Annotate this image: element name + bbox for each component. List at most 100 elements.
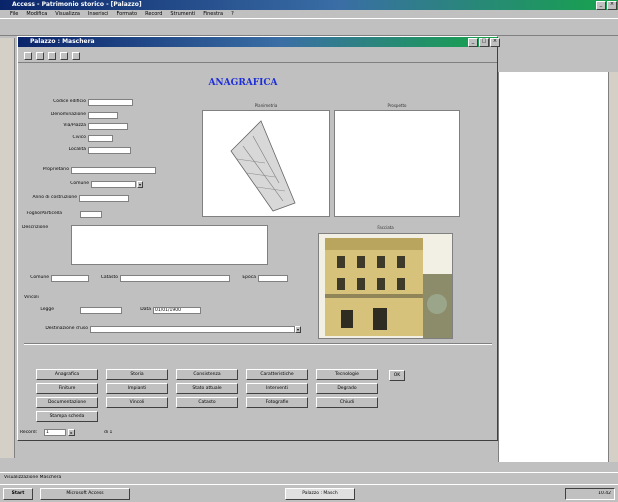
civic-field[interactable] xyxy=(88,135,113,142)
button-tecnologie[interactable]: Tecnologie xyxy=(316,369,378,380)
section-divider xyxy=(24,343,492,345)
print-icon[interactable] xyxy=(24,51,32,60)
row-catasto-field[interactable] xyxy=(120,275,230,282)
form-titlebar: Palazzo : Maschera xyxy=(18,37,497,47)
save-icon[interactable] xyxy=(36,51,44,60)
field-label: Località xyxy=(68,147,86,152)
start-button[interactable]: Start xyxy=(3,488,33,500)
section-label: Vincoli xyxy=(24,295,39,300)
menu-format[interactable]: Formato xyxy=(116,10,137,18)
elevation-image xyxy=(334,110,460,217)
filter-icon[interactable] xyxy=(60,51,68,60)
status-bar: Visualizzazione Maschera xyxy=(0,472,618,484)
year-field[interactable] xyxy=(79,195,129,202)
form-window: Palazzo : Maschera _ □ × ANAGRAFICA Codi… xyxy=(17,36,500,441)
site-map-drawing xyxy=(230,120,296,212)
menu-insert[interactable]: Inserisci xyxy=(88,10,109,18)
menu-records[interactable]: Record xyxy=(145,10,162,18)
form-heading: ANAGRAFICA xyxy=(208,78,278,88)
municipality-field[interactable] xyxy=(91,181,136,188)
button-stampa-scheda[interactable]: Stampa scheda xyxy=(36,411,98,422)
form-window-controls: _ □ × xyxy=(468,38,500,47)
app-window-controls: _ × xyxy=(596,1,617,10)
row-label: Catasto xyxy=(100,275,118,280)
parcel-field[interactable] xyxy=(80,211,102,218)
menu-file[interactable]: File xyxy=(10,10,18,18)
law-field[interactable] xyxy=(80,307,122,314)
form-maximize-icon[interactable]: □ xyxy=(479,38,489,47)
elevation-caption: Prospetto xyxy=(387,103,407,108)
app-titlebar: Access - Patrimonio storico - [Palazzo] xyxy=(0,0,618,10)
row-label: Comune xyxy=(30,275,49,280)
button-impianti[interactable]: Impianti xyxy=(106,383,168,394)
button-fotografie[interactable]: Fotografie xyxy=(246,397,308,408)
owner-field[interactable] xyxy=(71,167,156,174)
menu-edit[interactable]: Modifica xyxy=(26,10,47,18)
facade-photo-drawing xyxy=(319,234,452,338)
form-toolbar xyxy=(18,49,497,63)
clock: 10.42 xyxy=(598,491,611,496)
row2-label: Legge xyxy=(40,307,54,312)
button-chiudi[interactable]: Chiudi xyxy=(316,397,378,408)
status-text: Visualizzazione Maschera xyxy=(4,475,62,480)
site-map-image xyxy=(202,110,330,217)
next-record-icon[interactable]: ▸ xyxy=(68,429,75,436)
menu-view[interactable]: Visualizza xyxy=(55,10,80,18)
task-form[interactable]: Palazzo : Masch xyxy=(285,488,355,500)
use-dropdown-icon[interactable]: ▾ xyxy=(295,326,301,333)
field-label: Proprietario xyxy=(42,167,69,172)
locality-field[interactable] xyxy=(88,147,131,154)
row2-label: Data xyxy=(140,307,151,312)
form-minimize-icon[interactable]: _ xyxy=(468,38,478,47)
find-icon[interactable] xyxy=(72,51,80,60)
field-label: Codice edificio xyxy=(53,99,86,104)
ok-button[interactable]: OK xyxy=(389,370,405,381)
use-field[interactable] xyxy=(90,326,295,333)
task-access[interactable]: Microsoft Access xyxy=(40,488,130,500)
field-label: Denominazione xyxy=(50,112,86,117)
menu-window[interactable]: Finestra xyxy=(203,10,223,18)
street-field[interactable] xyxy=(88,123,128,130)
main-toolbar xyxy=(0,18,618,36)
facade-photo xyxy=(318,233,453,339)
form-close-icon[interactable]: × xyxy=(490,38,500,47)
name-field[interactable] xyxy=(88,112,118,119)
municipality-dropdown-icon[interactable]: ▾ xyxy=(137,181,143,188)
button-interventi[interactable]: Interventi xyxy=(246,383,308,394)
date-field[interactable]: 01/01/1900 xyxy=(153,307,201,314)
button-anagrafica[interactable]: Anagrafica xyxy=(36,369,98,380)
sort-icon[interactable] xyxy=(48,51,56,60)
button-vincoli[interactable]: Vincoli xyxy=(106,397,168,408)
facade-caption: Facciata xyxy=(377,225,394,230)
button-documentazione[interactable]: Documentazione xyxy=(36,397,98,408)
document-area xyxy=(498,72,608,462)
form-title: Palazzo : Maschera xyxy=(30,38,95,45)
use-label: Destinazione d'uso xyxy=(45,326,88,331)
field-label: Foglio/Particella xyxy=(26,211,62,216)
notes-textarea[interactable] xyxy=(71,225,268,265)
right-scrollbar[interactable] xyxy=(608,72,618,462)
map-caption: Planimetria xyxy=(254,103,278,108)
field-label: Comune xyxy=(70,181,89,186)
button-catasto[interactable]: Catasto xyxy=(176,397,238,408)
record-total: di 1 xyxy=(104,430,113,435)
system-tray: 10.42 xyxy=(565,488,615,500)
start-label: Start xyxy=(11,491,25,496)
button-stato-attuale[interactable]: Stato attuale xyxy=(176,383,238,394)
field-label: Civico xyxy=(72,135,86,140)
row-comune-field[interactable] xyxy=(51,275,89,282)
row-epoca-field[interactable] xyxy=(258,275,288,282)
button-storia[interactable]: Storia xyxy=(106,369,168,380)
left-panel xyxy=(0,38,15,458)
button-caratteristiche[interactable]: Caratteristiche xyxy=(246,369,308,380)
button-consistenza[interactable]: Consistenza xyxy=(176,369,238,380)
close-icon[interactable]: × xyxy=(607,1,617,10)
button-degrado[interactable]: Degrado xyxy=(316,383,378,394)
button-finiture[interactable]: Finiture xyxy=(36,383,98,394)
minimize-icon[interactable]: _ xyxy=(596,1,606,10)
menu-tools[interactable]: Strumenti xyxy=(170,10,195,18)
menu-help[interactable]: ? xyxy=(231,10,234,18)
menu-bar: File Modifica Visualizza Inserisci Forma… xyxy=(0,10,618,18)
record-number-field[interactable]: 1 xyxy=(44,429,66,436)
code-field[interactable] xyxy=(88,99,133,106)
